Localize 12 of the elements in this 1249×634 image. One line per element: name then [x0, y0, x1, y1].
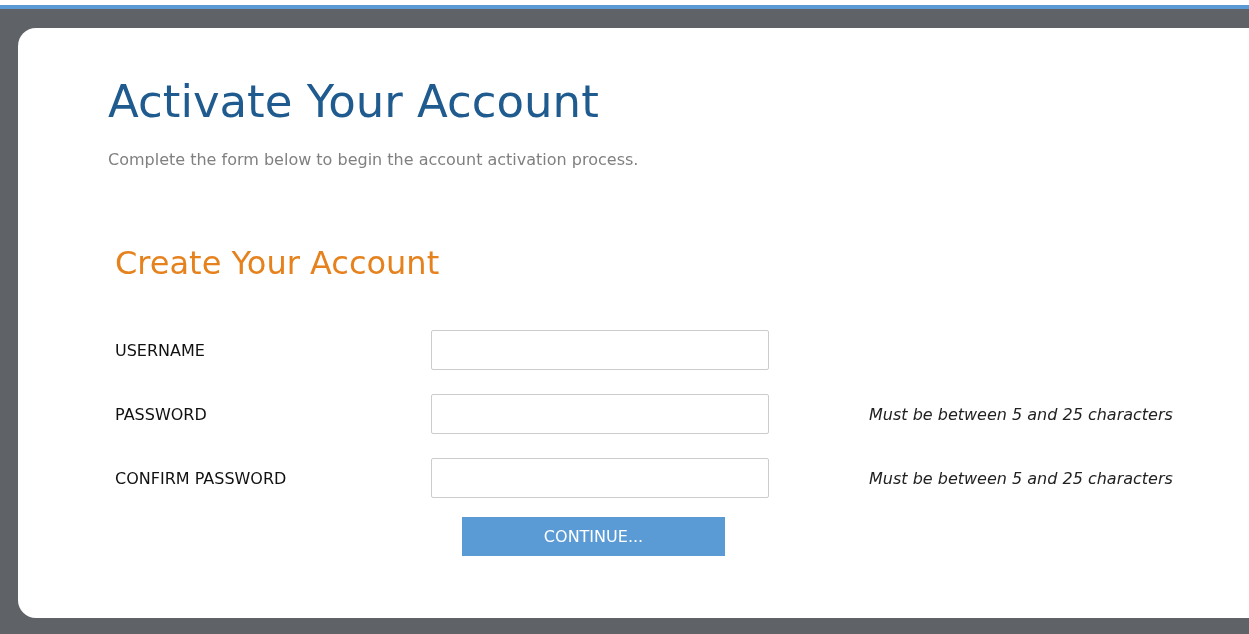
continue-button[interactable]: CONTINUE... — [462, 517, 725, 556]
section-heading: Create Your Account — [115, 243, 440, 283]
page-title: Activate Your Account — [108, 74, 600, 130]
hint-text: Must be between 5 and 25 characters — [869, 468, 1173, 488]
field-label: PASSWORD — [115, 404, 208, 424]
text-field[interactable] — [431, 330, 769, 370]
text-field[interactable] — [431, 394, 769, 434]
field-label: USERNAME — [115, 340, 206, 360]
field-label: CONFIRM PASSWORD — [115, 468, 288, 488]
text-field[interactable] — [431, 458, 769, 498]
hint-text: Must be between 5 and 25 characters — [869, 404, 1173, 424]
intro-text: Complete the form below to begin the account activation process. — [108, 150, 639, 169]
